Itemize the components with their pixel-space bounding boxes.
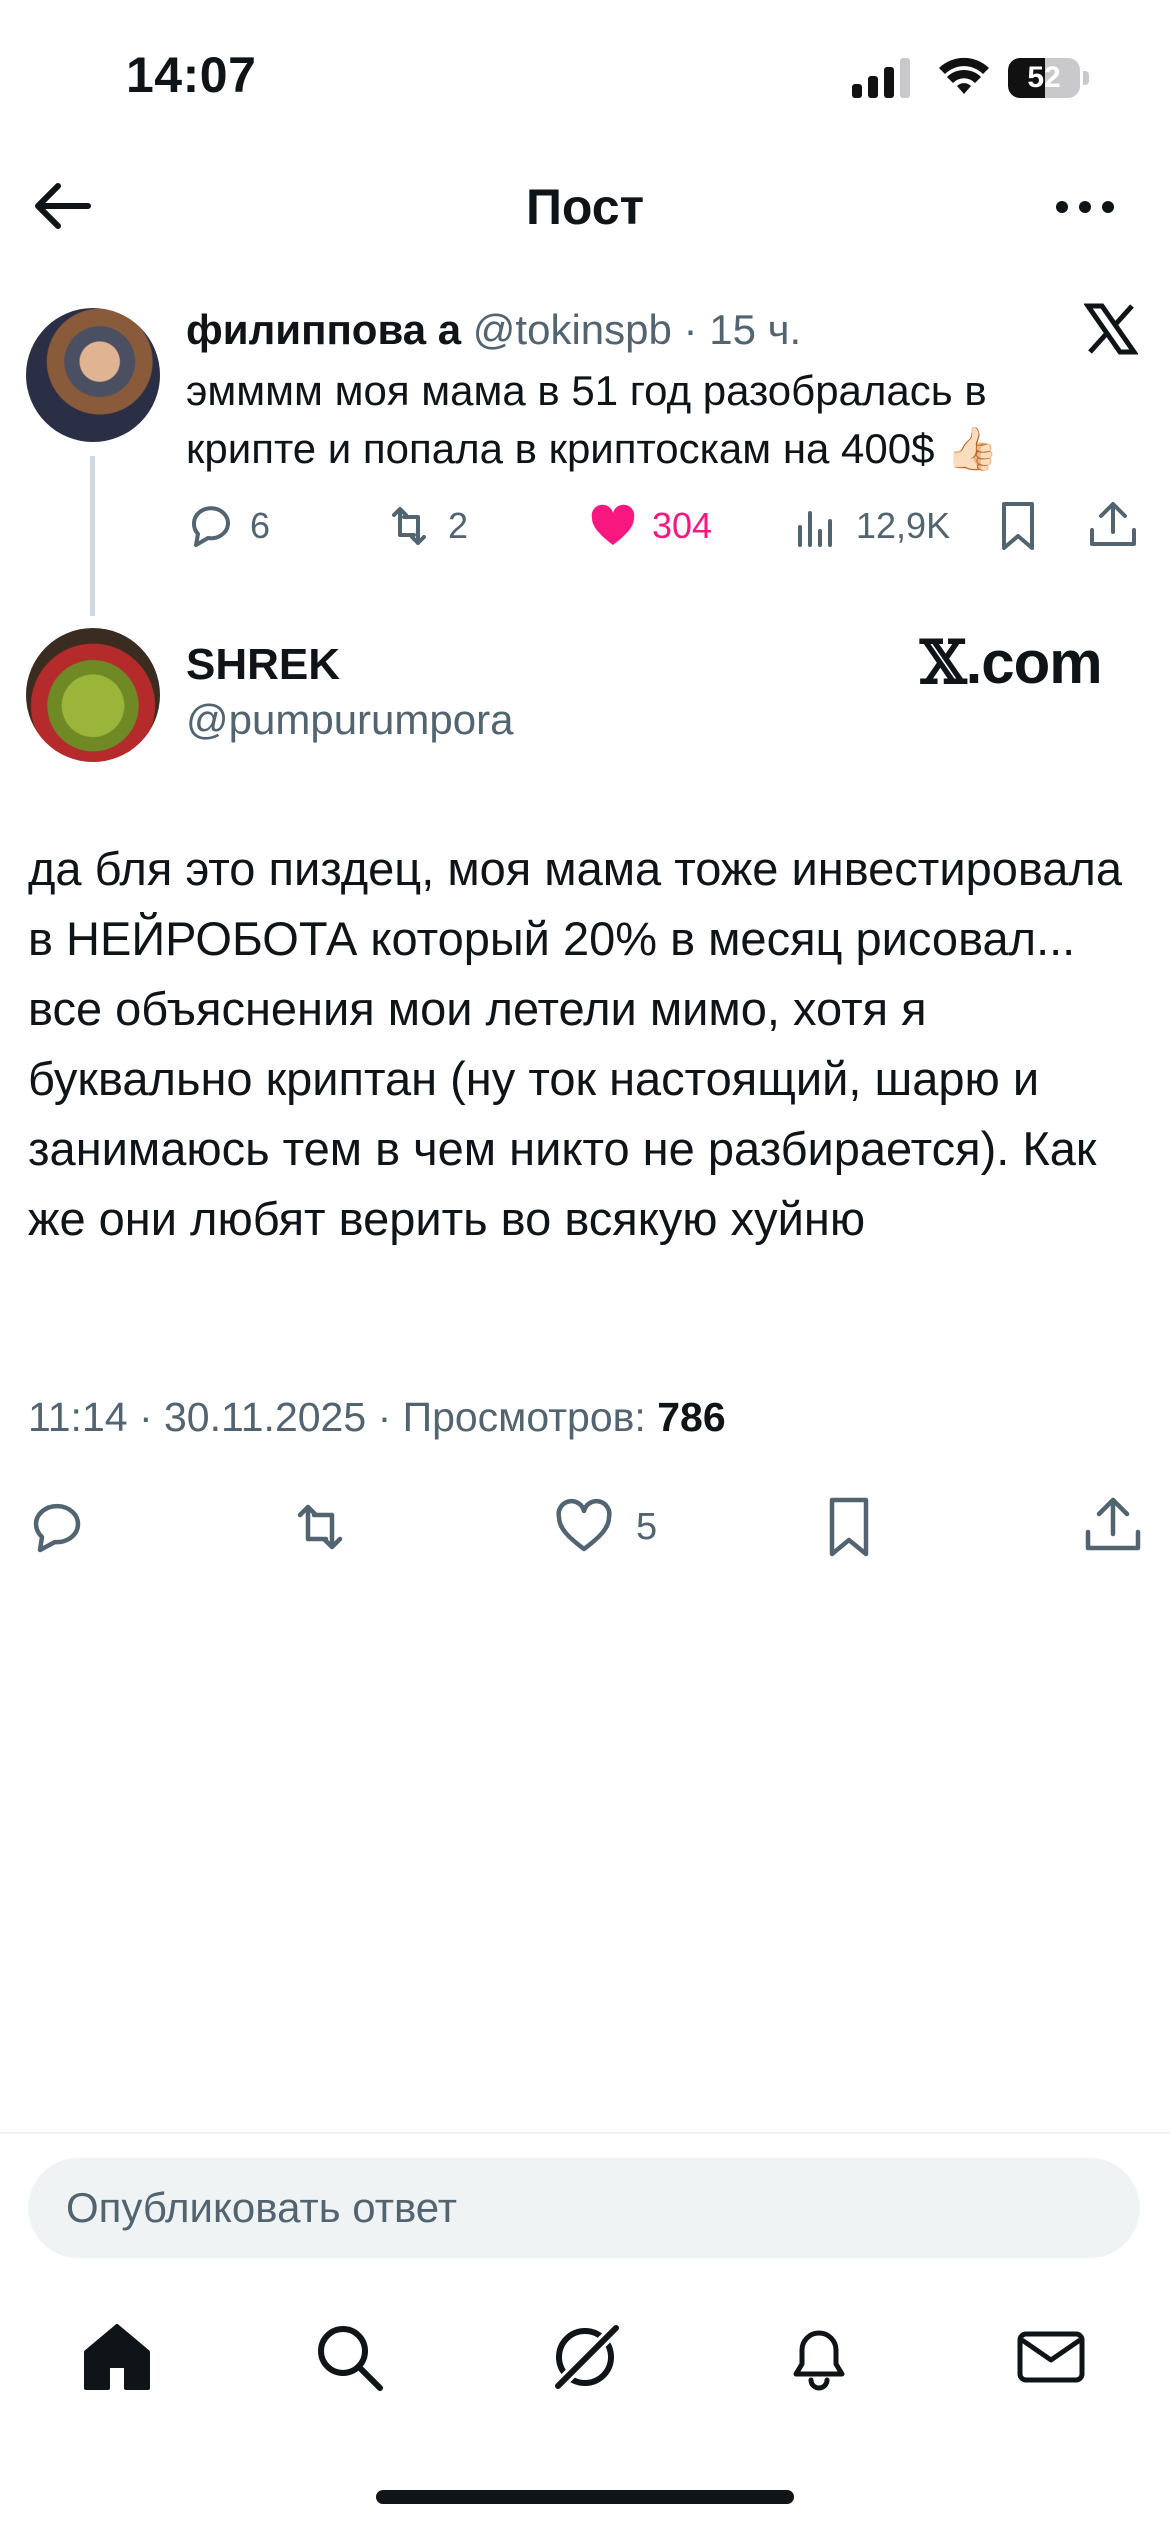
like-button[interactable]: 5 — [554, 1494, 657, 1560]
reply-count: 6 — [250, 505, 271, 546]
reply-icon — [33, 1503, 81, 1553]
reply-icon — [192, 506, 230, 547]
quoted-like-button[interactable]: 304 — [588, 498, 712, 554]
quoted-tweet-age: 15 ч. — [709, 306, 802, 353]
avatar[interactable] — [26, 308, 160, 442]
author-handle[interactable]: @pumpurumpora — [186, 696, 513, 744]
views-label: Просмотров: — [402, 1394, 646, 1440]
tweet-meta: 11:14 · 30.11.2025 · Просмотров: 786 — [28, 1394, 726, 1440]
more-icon[interactable] — [1050, 182, 1120, 232]
divider — [0, 2132, 1170, 2134]
separator: · — [683, 306, 698, 353]
quoted-tweet-text: эмммм моя мама в 51 год разобралась в кр… — [186, 367, 999, 472]
wifi-icon — [939, 57, 989, 94]
battery-indicator: 52 — [1008, 58, 1090, 98]
heart-filled-icon — [591, 504, 635, 545]
views-count[interactable]: 786 — [657, 1394, 725, 1440]
x-logo-icon — [1084, 303, 1138, 355]
repost-icon — [392, 507, 426, 545]
bell-icon[interactable] — [780, 2318, 858, 2396]
tweet-date[interactable]: 30.11.2025 — [164, 1394, 366, 1440]
grok-icon[interactable] — [546, 2318, 624, 2396]
reply-input[interactable] — [28, 2158, 1140, 2258]
bookmark-icon[interactable] — [818, 1494, 880, 1560]
search-icon[interactable] — [310, 2318, 388, 2396]
repost-button[interactable] — [290, 1494, 350, 1560]
battery-level-text: 52 — [1027, 61, 1061, 94]
heart-icon — [556, 1498, 612, 1552]
repost-count: 2 — [448, 505, 469, 546]
x-mark: 𝕏 — [920, 628, 967, 698]
x-domain: .com — [965, 629, 1103, 696]
share-icon[interactable] — [1084, 496, 1142, 554]
like-count: 5 — [636, 1505, 658, 1548]
repost-icon — [297, 1504, 343, 1550]
signal-icon — [852, 58, 910, 98]
avatar[interactable] — [26, 628, 160, 762]
quoted-author-name[interactable]: филиппова а — [186, 306, 461, 353]
quoted-repost-button[interactable]: 2 — [384, 498, 468, 554]
quoted-tweet-header: филиппова а @tokinspb · 15 ч. — [186, 306, 801, 354]
bookmark-icon[interactable] — [990, 498, 1046, 554]
home-indicator — [376, 2490, 794, 2504]
author-name[interactable]: SHREK — [186, 640, 340, 690]
views-icon — [798, 511, 832, 547]
quoted-reply-button[interactable]: 6 — [186, 498, 270, 554]
quoted-author-handle[interactable]: @tokinspb — [473, 306, 672, 353]
reply-button[interactable] — [28, 1494, 88, 1560]
thread-line — [90, 456, 95, 616]
home-icon[interactable] — [78, 2318, 156, 2396]
mail-icon[interactable] — [1012, 2318, 1090, 2396]
like-count: 304 — [652, 505, 713, 546]
views-count: 12,9K — [856, 505, 951, 546]
tweet-text: да бля это пиздец, моя мама тоже инвести… — [28, 842, 1122, 1245]
x-com-watermark: 𝕏.com — [920, 628, 1103, 698]
page-title: Пост — [525, 179, 645, 235]
status-time: 14:07 — [126, 47, 257, 103]
quoted-views-button[interactable]: 12,9K — [792, 498, 950, 554]
share-icon[interactable] — [1080, 1492, 1146, 1558]
tweet-time[interactable]: 11:14 — [28, 1394, 128, 1440]
